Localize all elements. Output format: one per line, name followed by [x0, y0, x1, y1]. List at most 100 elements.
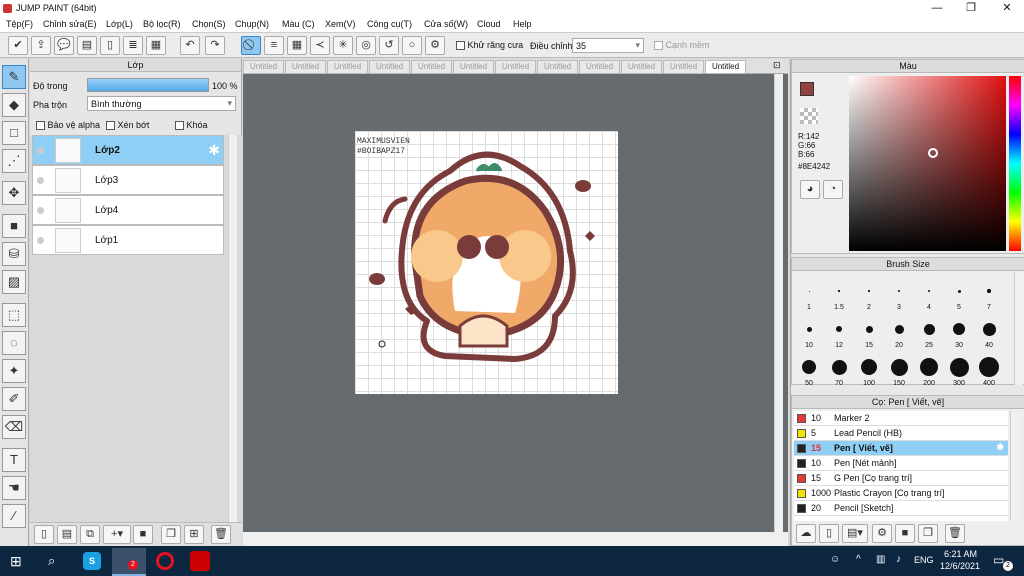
brush-size-option[interactable]: 40 [974, 315, 1004, 351]
page-icon[interactable]: ▯ [100, 36, 120, 55]
clip-checkbox[interactable] [106, 121, 115, 131]
menu-capture[interactable]: Chụp(N) [235, 19, 269, 29]
text-tool-icon[interactable]: T [2, 448, 26, 472]
adjust-dropdown[interactable]: 35 ▾ [572, 38, 644, 53]
brush-size-option[interactable]: 30 [944, 315, 974, 351]
fill-rect-icon[interactable]: ■ [2, 214, 26, 238]
primary-color-swatch[interactable] [800, 82, 814, 96]
search-icon[interactable]: ⌕ [48, 553, 55, 569]
opera-icon[interactable] [156, 552, 174, 570]
layer-row[interactable]: Lớp4 [32, 195, 224, 225]
color-picker-cursor[interactable] [928, 148, 938, 158]
copy-layer-icon[interactable]: ⧉ [80, 525, 100, 544]
settings-icon[interactable]: ⚙ [425, 36, 445, 55]
gradient-tool-icon[interactable]: ▨ [2, 270, 26, 294]
vertical-scrollbar[interactable] [774, 74, 783, 532]
language-indicator[interactable]: ENG [914, 555, 934, 565]
select-pen-icon[interactable]: ✐ [2, 387, 26, 411]
list-icon[interactable]: ≣ [123, 36, 143, 55]
menu-color[interactable]: Màu (C) [282, 19, 315, 29]
palette-edit-icon[interactable]: ◔ [823, 180, 843, 199]
brush-size-option[interactable]: 7 [974, 277, 1004, 313]
brush-list-item[interactable]: 5 Lead Pencil (HB) [794, 426, 1008, 441]
blend-mode-dropdown[interactable]: Bình thường ▾ [87, 96, 236, 111]
curve-icon[interactable]: ↺ [379, 36, 399, 55]
menu-select[interactable]: Chọn(S) [192, 19, 226, 29]
brush-size-option[interactable]: 300 [944, 353, 974, 389]
brush-size-option[interactable]: 1.5 [824, 277, 854, 313]
menu-file[interactable]: Tệp(F) [6, 19, 33, 29]
brush-size-option[interactable]: 100 [854, 353, 884, 389]
brush-size-option[interactable]: 2 [854, 277, 884, 313]
protect-alpha-checkbox[interactable] [36, 121, 45, 131]
drawing-canvas[interactable]: MAXIMUSVIEN #BOIBAPZ17 [355, 131, 618, 394]
palette-icon[interactable]: ◕ [800, 180, 820, 199]
windows-start-icon[interactable]: ⊞ [10, 553, 22, 570]
move-tool-icon[interactable]: ✥ [2, 181, 26, 205]
opacity-slider[interactable] [87, 78, 209, 92]
brush-size-option[interactable]: 1 [794, 277, 824, 313]
brush-trash-icon[interactable]: 🗑 [945, 524, 965, 543]
document-tab[interactable]: Untitled [285, 60, 326, 74]
brush-tool-icon[interactable]: ✎ [2, 65, 26, 89]
cloud-brush-icon[interactable]: ☁ [796, 524, 816, 543]
new-brush-icon[interactable]: ▯ [819, 524, 839, 543]
undo-icon[interactable]: ↶ [180, 36, 200, 55]
merge-icon[interactable]: ⊞ [184, 525, 204, 544]
brush-size-scrollbar[interactable] [1014, 273, 1023, 385]
new-folder-layer-icon[interactable]: ▤ [57, 525, 77, 544]
jump-paint-taskbar-icon[interactable] [190, 551, 210, 571]
eraser-tool-icon[interactable]: ◆ [2, 93, 26, 117]
document-tab[interactable]: Untitled [243, 60, 284, 74]
menu-cloud[interactable]: Cloud [477, 19, 501, 29]
tab-menu-icon[interactable]: ⊡ [773, 60, 781, 71]
grid-icon[interactable]: ▦ [146, 36, 166, 55]
cloud-sync-icon[interactable]: ✔ [8, 36, 28, 55]
bucket-fill-icon[interactable]: ⛁ [2, 242, 26, 266]
brush-settings-icon[interactable]: ⚙ [872, 524, 892, 543]
chat-icon[interactable]: ▤ [77, 36, 97, 55]
brush-list-item[interactable]: 1000 Plastic Crayon [Cọ trang trí] [794, 486, 1008, 501]
eyedropper-icon[interactable]: ⁄ [2, 504, 26, 528]
parallel-lines-icon[interactable]: ≡ [264, 36, 284, 55]
brush-list-item[interactable]: 10 Pen [Nét mảnh] [794, 456, 1008, 471]
brush-folder-icon[interactable]: ■ [895, 524, 915, 543]
ellipse-icon[interactable]: ○ [402, 36, 422, 55]
crosshatch-icon[interactable]: ▦ [287, 36, 307, 55]
soft-edge-checkbox[interactable] [654, 41, 663, 51]
brush-list-item[interactable]: 10 Marker 2 [794, 411, 1008, 426]
magic-wand-icon[interactable]: ✦ [2, 359, 26, 383]
hand-tool-icon[interactable]: ☚ [2, 476, 26, 500]
clock-date[interactable]: 12/6/2021 [940, 561, 980, 571]
document-tab[interactable]: Untitled [411, 60, 452, 74]
document-tab[interactable]: Untitled [453, 60, 494, 74]
menu-edit[interactable]: Chỉnh sửa(E) [43, 19, 97, 29]
people-icon[interactable]: ☺ [830, 554, 840, 565]
close-button[interactable]: ✕ [990, 0, 1024, 17]
document-tab[interactable]: Untitled [621, 60, 662, 74]
new-layer-icon[interactable]: ▯ [34, 525, 54, 544]
visibility-toggle-icon[interactable] [37, 237, 44, 244]
minimize-button[interactable]: — [920, 0, 954, 17]
brush-size-option[interactable]: 5 [944, 277, 974, 313]
rect-select-icon[interactable]: ⬚ [2, 303, 26, 327]
lasso-select-icon[interactable]: ◌ [2, 331, 26, 355]
brush-size-option[interactable]: 200 [914, 353, 944, 389]
transparent-color-swatch[interactable] [800, 108, 818, 124]
saturation-value-picker[interactable] [849, 76, 1006, 251]
brush-size-option[interactable]: 4 [914, 277, 944, 313]
menu-window[interactable]: Cửa số(W) [424, 19, 468, 29]
hue-slider[interactable] [1009, 76, 1021, 251]
menu-help[interactable]: Help [513, 19, 532, 29]
document-tab[interactable]: Untitled [369, 60, 410, 74]
menu-layer[interactable]: Lớp(L) [106, 19, 133, 29]
select-eraser-icon[interactable]: ⌫ [2, 415, 26, 439]
document-tab[interactable]: Untitled [579, 60, 620, 74]
brush-list-item[interactable]: 15 G Pen [Cọ trang trí] [794, 471, 1008, 486]
brush-size-option[interactable]: 3 [884, 277, 914, 313]
document-tab[interactable]: Untitled [495, 60, 536, 74]
brush-list-item[interactable]: 15 Pen [ Viết, vẽ] ✱ [794, 441, 1008, 456]
document-tab[interactable]: Untitled [663, 60, 704, 74]
document-tab[interactable]: Untitled [537, 60, 578, 74]
gear-icon[interactable]: ✱ [996, 442, 1004, 453]
